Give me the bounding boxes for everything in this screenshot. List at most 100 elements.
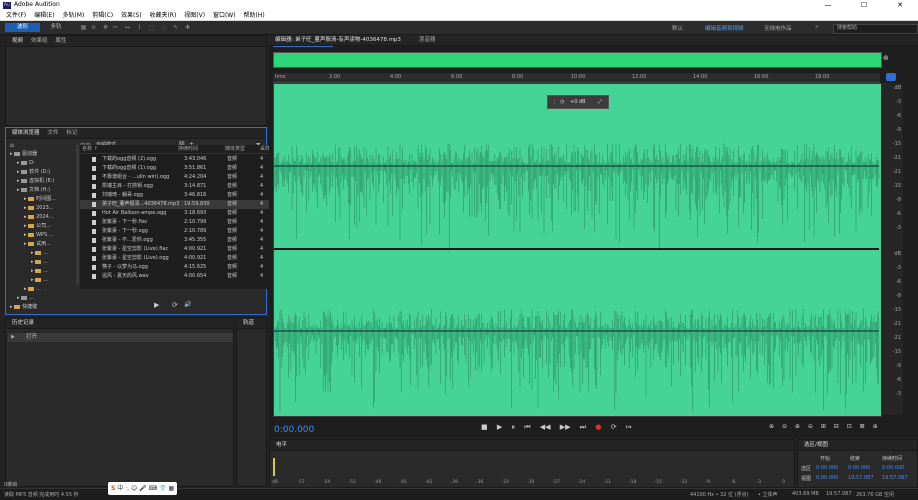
- zoom-out-time-icon[interactable]: ⊖: [808, 423, 813, 430]
- zoom-out-full-button-icon[interactable]: ⊞: [821, 423, 826, 430]
- tree-item[interactable]: ▸ ...: [10, 267, 78, 276]
- overview-bar[interactable]: [273, 52, 882, 68]
- razor-tool-icon[interactable]: ✂: [112, 24, 119, 31]
- tab-tracks[interactable]: 轨道: [243, 318, 254, 328]
- file-row[interactable]: 张紫豪 - 星空剪影 (Live).ogg 4:00.921 音频 4: [80, 254, 270, 263]
- preview-volume-icon[interactable]: 🔊: [184, 301, 191, 308]
- pause-button[interactable]: ⏸: [511, 423, 515, 431]
- go-to-start-button[interactable]: ⏮: [524, 423, 530, 431]
- tab-media-browser[interactable]: 媒体浏览器: [12, 128, 40, 138]
- tree-item[interactable]: ▸ 文档 (H:): [10, 186, 78, 195]
- lasso-tool-icon[interactable]: ◌: [160, 24, 167, 31]
- pitch-icon[interactable]: ≋: [90, 24, 97, 31]
- hud-pin-icon[interactable]: ⤢: [598, 96, 602, 108]
- tab-editor[interactable]: 编辑器: 弟子旺_董声振清-有声读物-4036478.mp3: [275, 35, 401, 45]
- file-row[interactable]: 张紫豪 - 下一秒.ogg 2:10.789 音频 4: [80, 227, 270, 236]
- tree-item[interactable]: ▸ 虚拟机 (E:): [10, 177, 78, 186]
- tree-item[interactable]: ▸ 2024...: [10, 213, 78, 222]
- tree-item[interactable]: ▸ 软件 (D:): [10, 168, 78, 177]
- tree-item[interactable]: ▸ D:: [10, 159, 78, 168]
- zoom-out-amplitude-icon[interactable]: ⊖: [782, 423, 787, 430]
- stop-button[interactable]: ■: [481, 423, 488, 431]
- view-end[interactable]: 19:57.087: [848, 475, 874, 481]
- selection-end[interactable]: 0:00.000: [848, 465, 870, 471]
- file-row[interactable]: 张紫豪 - 不...爱你.ogg 3:45.355 音频 4: [80, 236, 270, 245]
- spectral-icon[interactable]: ▦: [80, 24, 87, 31]
- tab-history[interactable]: 历史记录: [12, 318, 34, 328]
- tree-scrollbar[interactable]: [76, 145, 79, 285]
- view-duration[interactable]: 19:57.087: [882, 475, 908, 481]
- play-button[interactable]: ▶: [497, 423, 502, 431]
- menu-clip[interactable]: 剪辑(C): [92, 11, 113, 21]
- ime-toolbar[interactable]: S 中 ·, ☺ 🎤 ⌨ 👕 ▦: [108, 482, 178, 495]
- marquee-tool-icon[interactable]: ⬚: [148, 24, 155, 31]
- tree-item[interactable]: ▸ ...: [10, 258, 78, 267]
- menu-edit[interactable]: 编辑(E): [34, 11, 54, 21]
- file-row[interactable]: 不靠谱组合 - ...ulin wiri).ogg 4:24.204 音频 4: [80, 173, 270, 182]
- file-row[interactable]: Hot Air Balloon-ampe.ogg 3:18.693 音频 4: [80, 209, 270, 218]
- file-row[interactable]: 张紫豪 - 星空剪影 (Live).flac 4:00.921 音频 4: [80, 245, 270, 254]
- tree-item[interactable]: ▸ WPS ...: [10, 231, 78, 240]
- time-ruler[interactable]: hms 2:00 4:00 6:00 8:00 10:00 12:00 14:0…: [273, 73, 880, 83]
- tab-files[interactable]: 文件: [47, 128, 58, 138]
- rewind-button[interactable]: ◀◀: [540, 423, 551, 431]
- file-row[interactable]: 遥风 - 夏天的风.wav 4:00.654 音频 4: [80, 272, 270, 281]
- tree-item[interactable]: ▸ ...: [10, 249, 78, 258]
- file-row[interactable]: 刘瑞琦 - 躺哥.ogg 3:46.816 音频 4: [80, 191, 270, 200]
- ime-grid-icon[interactable]: ▦: [169, 485, 175, 492]
- selection-start[interactable]: 0:00.000: [816, 465, 838, 471]
- brush-tool-icon[interactable]: ✎: [172, 24, 179, 31]
- col-duration[interactable]: 持续时间: [178, 145, 198, 153]
- tree-item[interactable]: ▸ ...: [10, 276, 78, 285]
- slip-tool-icon[interactable]: ↔: [124, 24, 131, 31]
- tree-item[interactable]: ▸ ...: [10, 294, 78, 303]
- snap-icon[interactable]: [886, 73, 896, 81]
- file-row[interactable]: 筷子 - 以梦为马.ogg 4:15.625 音频 4: [80, 263, 270, 272]
- tab-levels[interactable]: 电平: [276, 440, 287, 450]
- time-select-tool-icon[interactable]: I: [136, 24, 143, 31]
- gain-hud[interactable]: ⋮ ◷ +0 dB ⤢: [547, 95, 609, 109]
- search-help-input[interactable]: 搜索帮助: [833, 24, 918, 34]
- col-name[interactable]: 名称 ↑: [82, 145, 98, 153]
- workspace-edit-audio-to-video[interactable]: 编辑音频到视频: [705, 24, 744, 32]
- multitrack-view-button[interactable]: 多轨: [42, 23, 70, 32]
- zoom-out-full-icon[interactable]: ⊕: [883, 54, 889, 62]
- current-time[interactable]: 0:00.000: [274, 425, 314, 435]
- fast-forward-button[interactable]: ▶▶: [560, 423, 571, 431]
- maximize-button[interactable]: ☐: [846, 0, 882, 11]
- computer-icon[interactable]: ⌂: [10, 142, 14, 149]
- file-row[interactable]: 下载的ogg音频 (1).ogg 3:51.861 音频 4: [80, 164, 270, 173]
- file-row[interactable]: 下载的ogg音频 (2).ogg 3:43.046 音频 4: [80, 155, 270, 164]
- zoom-in-point-icon[interactable]: ⊟: [834, 423, 839, 430]
- tab-effects-rack[interactable]: 效果组: [31, 36, 48, 46]
- workspace-radio[interactable]: 无线电作品: [764, 24, 792, 32]
- tree-item[interactable]: ▸ 2023...: [10, 204, 78, 213]
- file-row[interactable]: 凯瑞主目 - 打捞钥.ogg 3:14.871 音频 4: [80, 182, 270, 191]
- close-button[interactable]: ✕: [882, 0, 918, 11]
- ime-mic-icon[interactable]: 🎤: [139, 485, 146, 492]
- tree-item[interactable]: ▸ ...: [10, 285, 78, 294]
- minimize-button[interactable]: —: [810, 0, 846, 11]
- ime-emoji-icon[interactable]: ☺: [131, 485, 137, 492]
- file-row[interactable]: 张紫豪 - 下一秒.flac 2:10.799 音频 4: [80, 218, 270, 227]
- file-row[interactable]: 弟子旺_董声振清...4036478.mp3 19:59.830 音频 4: [80, 200, 270, 209]
- loop-button[interactable]: ⟳: [611, 423, 617, 431]
- ime-skin-icon[interactable]: 👕: [159, 485, 166, 492]
- preview-loop-icon[interactable]: ⟳: [172, 301, 178, 309]
- move-tool-icon[interactable]: ✥: [102, 24, 109, 31]
- menu-file[interactable]: 文件(F): [6, 11, 26, 21]
- menu-favorites[interactable]: 收藏夹(R): [149, 11, 176, 21]
- tab-properties[interactable]: 属性: [55, 36, 66, 46]
- selection-duration[interactable]: 0:00.000: [882, 465, 904, 471]
- zoom-selection-icon[interactable]: ⊠: [860, 423, 865, 430]
- workspace-default[interactable]: 默认: [672, 24, 683, 32]
- menu-help[interactable]: 帮助(H): [244, 11, 265, 21]
- col-type[interactable]: 媒体类型: [225, 145, 245, 153]
- waveform-view-button[interactable]: 波形: [5, 23, 40, 32]
- record-button[interactable]: ●: [595, 423, 601, 431]
- go-to-end-button[interactable]: ⏭: [580, 423, 586, 431]
- tree-item[interactable]: ▸ 公司...: [10, 222, 78, 231]
- preview-play-icon[interactable]: ▶: [154, 301, 159, 309]
- zoom-in-time-icon[interactable]: ⊕: [795, 423, 800, 430]
- history-item-open[interactable]: 打开: [8, 333, 233, 342]
